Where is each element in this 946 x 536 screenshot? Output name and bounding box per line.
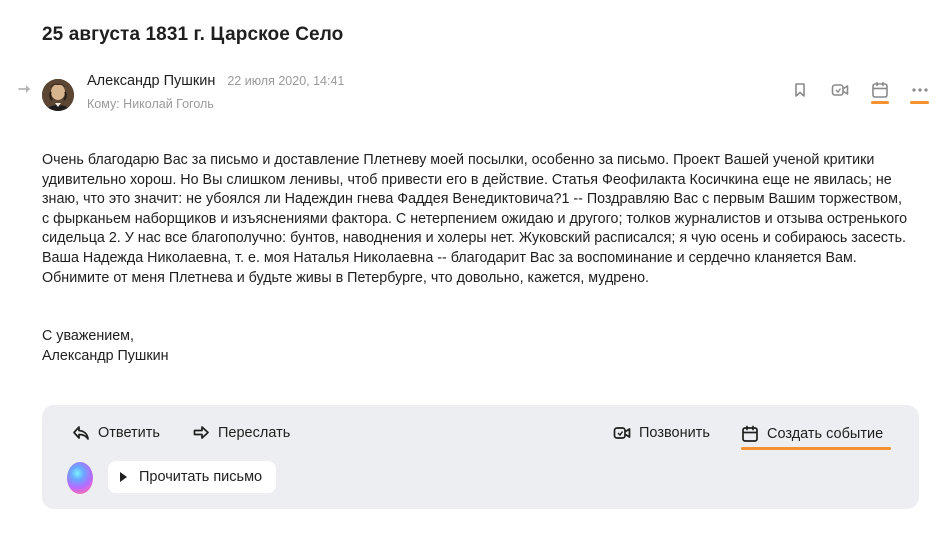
video-call-icon (613, 427, 631, 439)
reply-label: Ответить (98, 425, 160, 441)
sender-name[interactable]: Александр Пушкин (87, 73, 215, 89)
play-icon (120, 472, 127, 482)
email-body: Очень благодарю Вас за письмо и доставле… (42, 151, 912, 288)
recipient-line[interactable]: Кому: Николай Гоголь (87, 97, 214, 111)
more-button[interactable] (910, 80, 930, 100)
bookmark-button[interactable] (790, 80, 810, 100)
calendar-icon (872, 81, 888, 98)
forward-button[interactable]: Переслать (192, 425, 290, 441)
create-event-button[interactable]: Создать событие (741, 425, 883, 443)
read-aloud-button[interactable]: Прочитать письмо (108, 461, 277, 493)
email-body-paragraph: Очень благодарю Вас за письмо и доставле… (42, 152, 908, 286)
reply-button[interactable]: Ответить (72, 425, 160, 441)
portrait-avatar-icon (42, 79, 74, 111)
forward-arrow-icon (18, 85, 30, 93)
signature-name: Александр Пушкин (42, 347, 169, 364)
video-call-button[interactable] (830, 80, 850, 100)
sender-avatar[interactable] (42, 79, 74, 111)
email-signature: С уважением, Александр Пушкин (42, 327, 169, 366)
call-button[interactable]: Позвонить (613, 425, 710, 441)
more-active-indicator (910, 101, 929, 104)
sent-date: 22 июля 2020, 14:41 (227, 74, 345, 88)
calendar-button[interactable] (870, 80, 890, 100)
call-label: Позвонить (639, 425, 710, 441)
voice-assistant-icon[interactable] (67, 462, 93, 494)
video-call-icon (831, 84, 849, 96)
calendar-active-indicator (871, 101, 889, 104)
more-icon (912, 88, 928, 92)
create-event-label: Создать событие (767, 426, 884, 442)
email-subject: 25 августа 1831 г. Царское Село (42, 24, 344, 45)
read-aloud-label: Прочитать письмо (139, 469, 263, 485)
forward-icon (193, 426, 209, 439)
create-event-active-indicator (741, 447, 891, 450)
signature-greeting: С уважением, (42, 328, 134, 344)
quick-actions-panel: Ответить Переслать Позвонить Создать соб… (42, 405, 919, 509)
bookmark-icon (795, 83, 805, 97)
calendar-icon (742, 425, 758, 442)
reply-icon (73, 426, 89, 440)
forward-label: Переслать (218, 425, 291, 441)
